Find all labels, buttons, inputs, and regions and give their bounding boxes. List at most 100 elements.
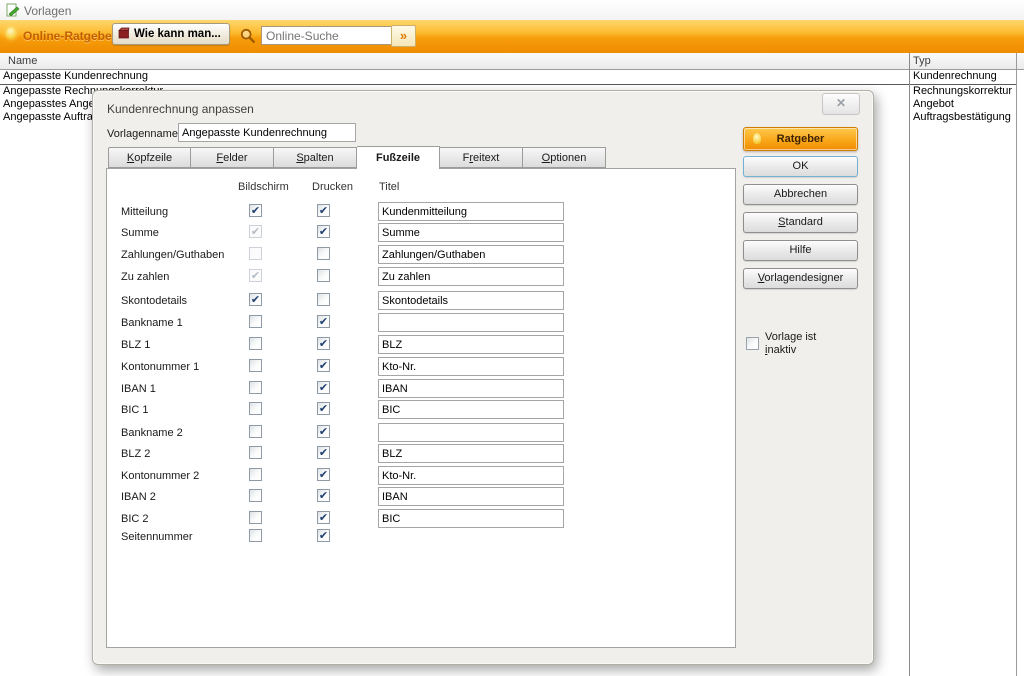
drucken-checkbox[interactable] xyxy=(317,247,330,260)
drucken-checkbox[interactable] xyxy=(317,269,330,282)
titel-input[interactable] xyxy=(378,444,564,463)
footer-row-label: Kontonummer 1 xyxy=(121,361,199,373)
bildschirm-checkbox[interactable] xyxy=(249,359,262,372)
column-header-drucken: Drucken xyxy=(312,181,353,193)
column-header-typ[interactable]: Typ xyxy=(913,55,931,67)
titel-input[interactable] xyxy=(378,487,564,506)
titel-input[interactable] xyxy=(378,291,564,310)
titel-input[interactable] xyxy=(378,313,564,332)
footer-row: BIC 1 ✔ xyxy=(93,400,873,422)
titel-input[interactable] xyxy=(378,400,564,419)
online-ratgeber-label: Online-Ratgeber xyxy=(23,29,116,43)
footer-row-label: BLZ 1 xyxy=(121,339,150,351)
drucken-checkbox[interactable]: ✔ xyxy=(317,315,330,328)
app-window: Vorlagen Online-Ratgeber Wie kann man...… xyxy=(0,0,1024,676)
window-title: Vorlagen xyxy=(24,4,71,18)
footer-row-label: BLZ 2 xyxy=(121,448,150,460)
vorlagenname-label: Vorlagenname xyxy=(107,128,178,140)
drucken-checkbox[interactable]: ✔ xyxy=(317,204,330,217)
footer-row: Skontodetails ✔ xyxy=(93,291,873,313)
footer-row-label: Kontonummer 2 xyxy=(121,470,199,482)
footer-row: Kontonummer 2 ✔ xyxy=(93,466,873,488)
bildschirm-checkbox[interactable]: ✔ xyxy=(249,204,262,217)
online-search-input[interactable] xyxy=(261,26,395,45)
drucken-checkbox[interactable]: ✔ xyxy=(317,225,330,238)
titel-input[interactable] xyxy=(378,509,564,528)
dialog-tab[interactable]: Freitext xyxy=(440,147,523,168)
footer-row: BLZ 1 ✔ xyxy=(93,335,873,357)
drucken-checkbox[interactable]: ✔ xyxy=(317,402,330,415)
bildschirm-checkbox: ✔ xyxy=(249,269,262,282)
list-row-typ: Rechnungskorrektur xyxy=(913,85,1012,97)
footer-row-label: Skontodetails xyxy=(121,295,187,307)
footer-row-label: Summe xyxy=(121,227,159,239)
footer-row-label: Bankname 2 xyxy=(121,427,183,439)
drucken-checkbox[interactable] xyxy=(317,293,330,306)
bildschirm-checkbox[interactable] xyxy=(249,529,262,542)
ok-button-label: OK xyxy=(793,160,809,172)
drucken-checkbox[interactable]: ✔ xyxy=(317,446,330,459)
column-header-name[interactable]: Name xyxy=(8,55,37,67)
drucken-checkbox[interactable]: ✔ xyxy=(317,381,330,394)
titel-input[interactable] xyxy=(378,267,564,286)
dialog-tab[interactable]: Fußzeile xyxy=(357,146,440,169)
footer-row-label: Zu zahlen xyxy=(121,271,169,283)
footer-row: Bankname 2 ✔ xyxy=(93,423,873,445)
bildschirm-checkbox[interactable] xyxy=(249,489,262,502)
vorlagenname-input[interactable] xyxy=(178,123,356,142)
titel-input[interactable] xyxy=(378,379,564,398)
template-document-icon xyxy=(5,3,20,21)
search-icon[interactable] xyxy=(240,28,256,47)
list-row[interactable]: Angepasste Kundenrechnung Kundenrechnung xyxy=(0,70,1017,85)
bildschirm-checkbox[interactable] xyxy=(249,381,262,394)
bildschirm-checkbox xyxy=(249,247,262,260)
column-divider[interactable] xyxy=(909,53,910,676)
bildschirm-checkbox[interactable] xyxy=(249,425,262,438)
footer-row: Zahlungen/Guthaben xyxy=(93,245,873,267)
bildschirm-checkbox[interactable] xyxy=(249,315,262,328)
dialog-tab[interactable]: Felder xyxy=(191,147,274,168)
bildschirm-checkbox[interactable] xyxy=(249,511,262,524)
drucken-checkbox[interactable]: ✔ xyxy=(317,511,330,524)
footer-row: IBAN 2 ✔ xyxy=(93,487,873,509)
ratgeber-button[interactable]: Ratgeber xyxy=(743,127,858,151)
footer-row-label: Mitteilung xyxy=(121,206,168,218)
titel-input[interactable] xyxy=(378,223,564,242)
lightbulb-icon xyxy=(753,133,761,144)
dialog-tab[interactable]: Spalten xyxy=(274,147,357,168)
titel-input[interactable] xyxy=(378,357,564,376)
footer-row-label: BIC 2 xyxy=(121,513,149,525)
bildschirm-checkbox[interactable] xyxy=(249,402,262,415)
titel-input[interactable] xyxy=(378,245,564,264)
drucken-checkbox[interactable]: ✔ xyxy=(317,489,330,502)
dialog-tab[interactable]: Optionen xyxy=(523,147,606,168)
titel-input[interactable] xyxy=(378,202,564,221)
drucken-checkbox[interactable]: ✔ xyxy=(317,359,330,372)
bildschirm-checkbox[interactable]: ✔ xyxy=(249,293,262,306)
titel-input[interactable] xyxy=(378,335,564,354)
bildschirm-checkbox[interactable] xyxy=(249,337,262,350)
footer-row: Bankname 1 ✔ xyxy=(93,313,873,335)
footer-row-label: IBAN 2 xyxy=(121,491,156,503)
drucken-checkbox[interactable]: ✔ xyxy=(317,425,330,438)
ok-button[interactable]: OK xyxy=(743,156,858,177)
lightbulb-icon xyxy=(6,27,16,39)
bildschirm-checkbox[interactable] xyxy=(249,446,262,459)
bildschirm-checkbox: ✔ xyxy=(249,225,262,238)
footer-row-label: IBAN 1 xyxy=(121,383,156,395)
footer-row-label: Bankname 1 xyxy=(121,317,183,329)
wie-kann-man-button[interactable]: Wie kann man... xyxy=(112,23,230,45)
dialog-tab[interactable]: Kopfzeile xyxy=(108,147,191,168)
search-go-button[interactable]: » xyxy=(391,25,416,47)
titel-input[interactable] xyxy=(378,423,564,442)
close-icon[interactable]: ✕ xyxy=(822,93,860,115)
column-header-bildschirm: Bildschirm xyxy=(238,181,289,193)
drucken-checkbox[interactable]: ✔ xyxy=(317,468,330,481)
titel-input[interactable] xyxy=(378,466,564,485)
drucken-checkbox[interactable]: ✔ xyxy=(317,529,330,542)
bildschirm-checkbox[interactable] xyxy=(249,468,262,481)
footer-row: Kontonummer 1 ✔ xyxy=(93,357,873,379)
window-titlebar: Vorlagen xyxy=(0,0,1024,20)
footer-row: BLZ 2 ✔ xyxy=(93,444,873,466)
drucken-checkbox[interactable]: ✔ xyxy=(317,337,330,350)
